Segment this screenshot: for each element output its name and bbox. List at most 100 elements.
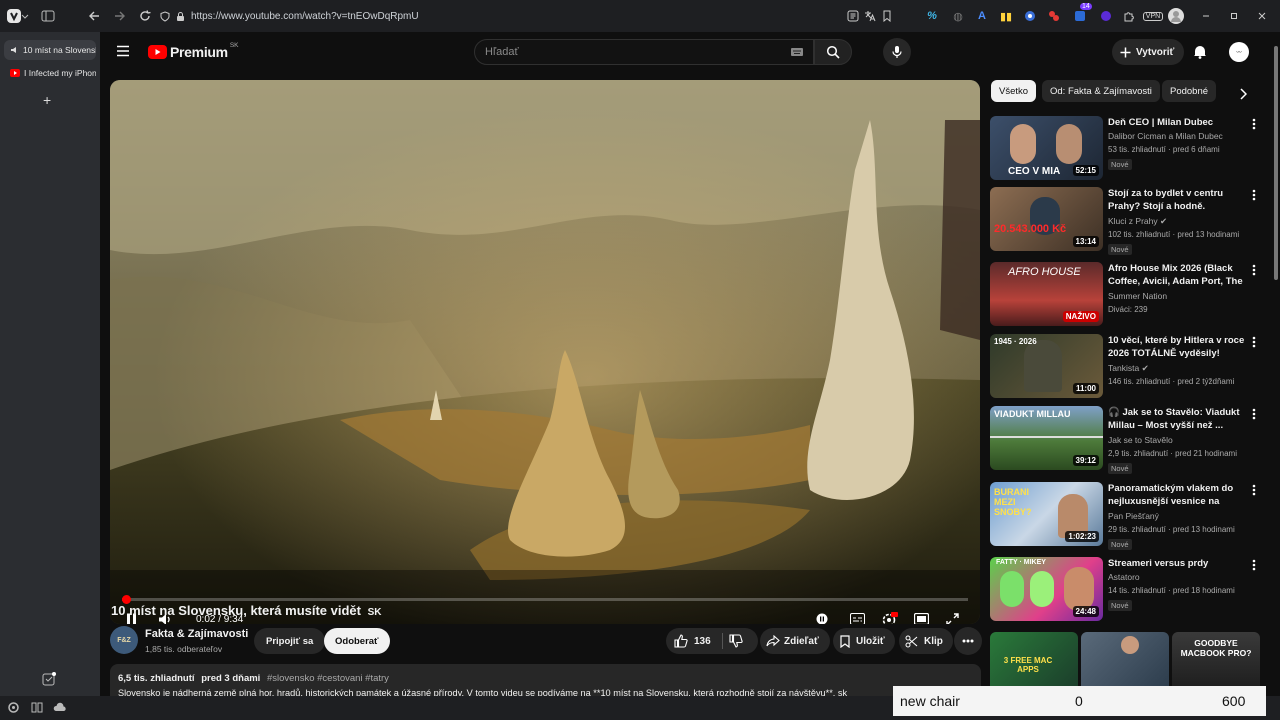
share-button[interactable]: Zdieľať (760, 628, 830, 654)
clip-button[interactable]: Klip (899, 628, 953, 654)
more-vert-icon[interactable] (1252, 264, 1258, 278)
extension-icon[interactable] (1022, 8, 1038, 24)
youtube-logo[interactable]: Premium SK (148, 42, 238, 60)
video-thumbnail[interactable]: 1945 · 2026 11:00 (990, 334, 1103, 398)
more-vert-icon[interactable] (1252, 408, 1258, 422)
maximize-icon[interactable] (1226, 8, 1242, 24)
extension-icon[interactable] (1098, 8, 1114, 24)
recommendation-channel[interactable]: Tankista ✔ (1108, 363, 1149, 374)
recommendation-title[interactable]: Stojí za to bydlet v centru Prahy? Stojí… (1108, 187, 1246, 213)
recommendation-channel[interactable]: Dalibor Cicman a Milan Dubec (1108, 131, 1223, 141)
recommendation-item[interactable]: 20.543.000 Kč 13:14 Stojí za to bydlet v… (990, 187, 1260, 255)
search-input[interactable]: Hľadať (474, 39, 814, 65)
translate-icon[interactable] (862, 8, 878, 24)
video-player[interactable]: 0:02 / 9:34 (110, 80, 980, 624)
extension-icon[interactable]: A (974, 8, 990, 24)
account-avatar[interactable]: ᵕᵕ (1229, 42, 1249, 62)
search-button[interactable] (814, 39, 852, 65)
like-button[interactable]: 136 (674, 634, 711, 648)
audio-icon[interactable] (10, 46, 18, 54)
bookmark-icon[interactable] (879, 8, 895, 24)
hamburger-icon[interactable] (116, 45, 130, 57)
back-icon[interactable] (86, 8, 102, 24)
chip-from-channel[interactable]: Od: Fakta & Zajímavosti (1042, 80, 1160, 102)
theater-mode-icon[interactable] (914, 613, 929, 624)
channel-name[interactable]: Fakta & Zajímavosti (145, 628, 248, 640)
subtitles-icon[interactable] (850, 613, 865, 624)
more-vert-icon[interactable] (1252, 189, 1258, 203)
recommendation-title[interactable]: Afro House Mix 2026 (Black Coffee, Avici… (1108, 262, 1246, 288)
hashtags[interactable]: #slovensko #cestovani #tatry (267, 673, 389, 684)
page-scrollbar[interactable] (1272, 32, 1280, 696)
save-button[interactable]: Uložiť (833, 628, 895, 654)
video-thumbnail[interactable]: VIADUKT MILLAU 39:12 (990, 406, 1103, 470)
exit-fullscreen-icon[interactable] (946, 613, 959, 624)
address-bar[interactable]: https://www.youtube.com/watch?v=tnEOwDqR… (160, 6, 900, 26)
autoplay-toggle-icon[interactable] (816, 613, 828, 624)
recommendation-channel[interactable]: Summer Nation (1108, 291, 1167, 301)
voice-search-button[interactable] (883, 38, 911, 66)
channel-avatar[interactable]: F&Z (110, 626, 138, 654)
minimize-icon[interactable] (1198, 8, 1214, 24)
chip-all[interactable]: Všetko (991, 80, 1037, 102)
description-box[interactable]: 6,5 tis. zhliadnutí pred 3 dňami #sloven… (110, 664, 981, 696)
chevron-right-icon[interactable] (1239, 88, 1247, 100)
tab[interactable]: I Infected my iPhone (4, 63, 96, 83)
recommendation-channel[interactable]: Kluci z Prahy ✔ (1108, 216, 1167, 227)
recommendation-title[interactable]: Deň CEO | Milan Dubec (1108, 116, 1246, 129)
tab-active[interactable]: 10 míst na Slovensku (4, 40, 96, 60)
shield-icon[interactable] (160, 10, 170, 22)
recommendation-title[interactable]: Panoramatickým vlakem do nejluxusnější v… (1108, 482, 1246, 508)
recommendation-item[interactable]: BURANI MEZI SNOBY? 1:02:23 Panoramatický… (990, 482, 1260, 550)
extension-icon[interactable]: 14 (1072, 3, 1092, 24)
new-tab-button[interactable]: + (43, 92, 51, 108)
extension-icon[interactable]: % (924, 8, 940, 24)
more-vert-icon[interactable] (1252, 484, 1258, 498)
video-frame-cave[interactable] (110, 80, 980, 624)
more-actions-button[interactable] (954, 627, 982, 655)
scrollbar-thumb[interactable] (1274, 46, 1278, 280)
video-thumbnail[interactable]: CEO V MIA 52:15 (990, 116, 1103, 180)
extension-icon[interactable]: ◍ (950, 8, 966, 24)
recommendation-title[interactable]: Streameri versus prdy (1108, 557, 1246, 570)
video-thumbnail[interactable]: FATTY · MIKEY 24:48 (990, 557, 1103, 621)
profile-avatar[interactable] (1168, 8, 1184, 24)
progress-bar[interactable] (122, 595, 968, 604)
video-thumbnail[interactable]: BURANI MEZI SNOBY? 1:02:23 (990, 482, 1103, 546)
url-text[interactable]: https://www.youtube.com/watch?v=tnEOwDqR… (191, 11, 419, 22)
video-thumbnail[interactable]: 20.543.000 Kč 13:14 (990, 187, 1103, 251)
close-icon[interactable] (1254, 8, 1270, 24)
tiling-icon[interactable] (31, 702, 43, 713)
recommendation-item[interactable]: 1945 · 2026 11:00 10 věcí, které by Hitl… (990, 334, 1260, 400)
lock-icon[interactable] (176, 11, 185, 22)
join-button[interactable]: Pripojiť sa (254, 628, 326, 654)
more-vert-icon[interactable] (1252, 118, 1258, 132)
puzzle-icon[interactable] (1121, 8, 1137, 24)
video-thumbnail[interactable]: AFRO HOUSE NAŽIVO (990, 262, 1103, 326)
extension-icon[interactable] (1046, 8, 1062, 24)
recommendation-title[interactable]: 10 věcí, které by Hitlera v roce 2026 TO… (1108, 334, 1246, 360)
recommendation-title[interactable]: 🎧 Jak se to Stavělo: Viadukt Millau – Mo… (1108, 406, 1246, 432)
cloud-icon[interactable] (53, 702, 67, 713)
panel-toggle-icon[interactable] (40, 8, 56, 24)
recommendation-item[interactable]: CEO V MIA 52:15 Deň CEO | Milan Dubec Da… (990, 116, 1260, 182)
forward-icon[interactable] (112, 8, 128, 24)
keyboard-icon[interactable] (791, 48, 803, 56)
more-vert-icon[interactable] (1252, 559, 1258, 573)
create-button[interactable]: Vytvoriť (1112, 39, 1185, 65)
chip-related[interactable]: Podobné (1162, 80, 1217, 102)
recommendation-item[interactable]: VIADUKT MILLAU 39:12 🎧 Jak se to Stavělo… (990, 406, 1260, 474)
tasks-icon[interactable] (42, 672, 56, 686)
recommendation-channel[interactable]: Astatoro (1108, 572, 1140, 582)
recommendation-channel[interactable]: Pan Piešťaný (1108, 511, 1159, 521)
recommendation-item[interactable]: AFRO HOUSE NAŽIVO Afro House Mix 2026 (B… (990, 262, 1260, 328)
vpn-button[interactable]: VPN (1142, 8, 1164, 24)
reader-icon[interactable] (845, 8, 861, 24)
notifications-icon[interactable] (1193, 44, 1207, 59)
dislike-button[interactable] (729, 634, 743, 648)
recommendation-channel[interactable]: Jak se to Stavělo (1108, 435, 1173, 445)
reload-icon[interactable] (137, 8, 153, 24)
chevron-down-icon[interactable] (20, 8, 30, 24)
extension-icon[interactable]: ▮▮ (998, 8, 1014, 24)
settings-icon[interactable] (7, 701, 20, 714)
